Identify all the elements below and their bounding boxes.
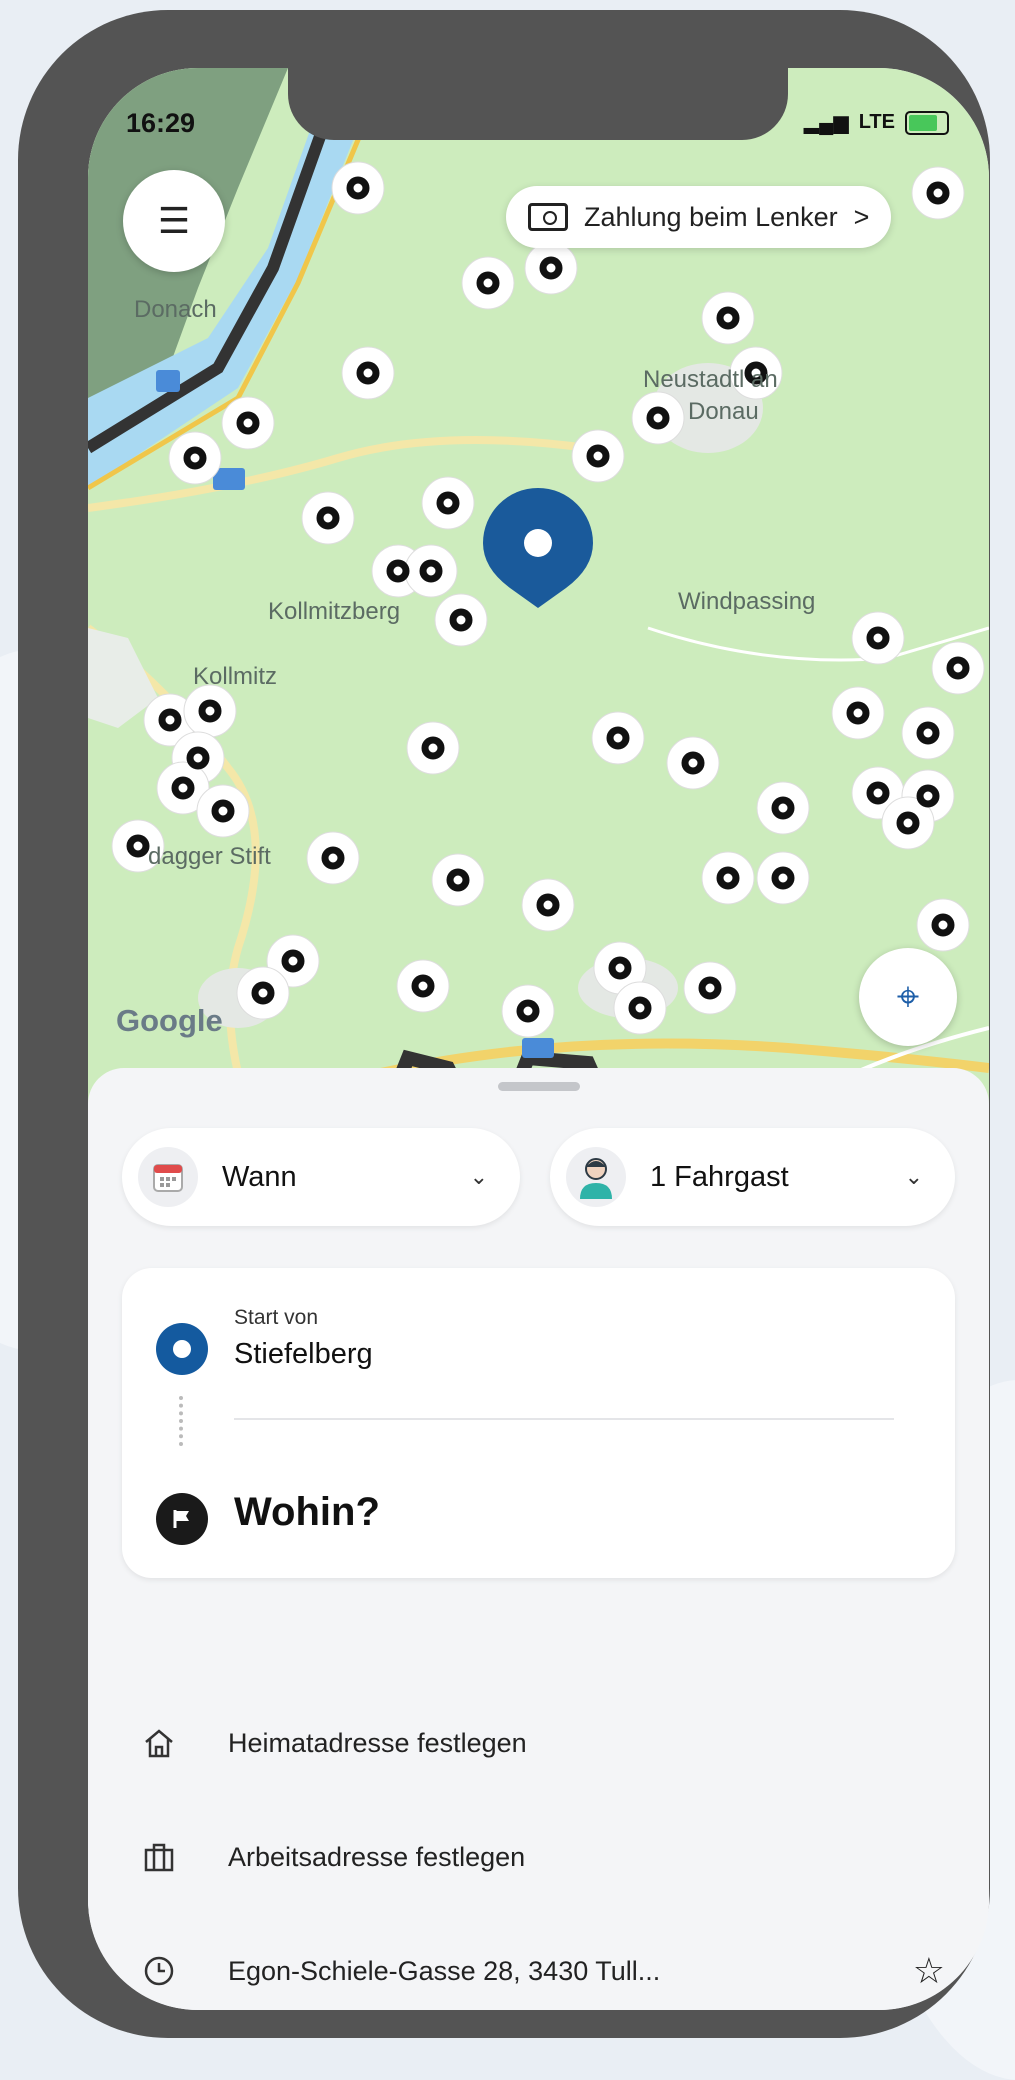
route-divider [234,1418,894,1420]
status-indicators: ▂▄▆ LTE [804,110,949,135]
sheet-drag-handle[interactable] [498,1082,580,1091]
passenger-selector[interactable]: 1 Fahrgast ⌄ [550,1128,955,1226]
map-label-kollmitzberg: Kollmitzberg [268,598,401,625]
map-label-neustadtl: Neustadtl an [643,366,778,393]
crosshair-icon: ⌖ [896,974,920,1019]
chevron-down-icon: ⌄ [469,1164,488,1189]
work-address-label: Arbeitsadresse festlegen [228,1841,526,1872]
home-icon [134,1718,184,1768]
network-type: LTE [858,111,895,133]
map-label-donau-2: Donau [688,398,759,425]
recent-address-label: Egon-Schiele-Gasse 28, 3430 Tull... [228,1955,661,1986]
google-logo: Google [116,1003,223,1038]
home-address-label: Heimatadresse festlegen [228,1727,527,1758]
map-label-donau: Donach [134,296,217,323]
route-card: Start von Stiefelberg Wohin? [122,1268,955,1578]
work-address-row[interactable]: Arbeitsadresse festlegen [122,1822,955,1892]
map-label-windpassing: Windpassing [678,588,816,615]
passenger-label: 1 Fahrgast [650,1160,789,1193]
when-selector[interactable]: Wann ⌄ [122,1128,520,1226]
cash-icon [528,203,568,231]
menu-button[interactable]: ☰ [123,170,225,272]
chevron-down-icon: ⌄ [904,1164,923,1189]
map-label-kollmitz: Kollmitz [193,663,278,690]
passenger-icon [566,1147,626,1207]
battery-icon [905,110,949,135]
destination-input[interactable]: Wohin? [234,1490,380,1535]
start-caption: Start von [234,1306,319,1329]
briefcase-icon [134,1832,184,1882]
map-label-ardagger: dagger Stift [148,843,271,870]
recent-address-row[interactable]: Egon-Schiele-Gasse 28, 3430 Tull... ☆ [122,1936,955,2006]
home-address-row[interactable]: Heimatadresse festlegen [122,1708,955,1778]
phone-notch [288,68,788,140]
app-screen: Donach Neustadtl an Donau Kollmitzberg W… [88,68,989,2010]
hamburger-icon: ☰ [157,200,191,241]
when-label: Wann [222,1160,297,1193]
my-location-button[interactable]: ⌖ [859,948,957,1046]
route-connector [179,1396,187,1446]
signal-icon: ▂▄▆ [803,112,849,134]
bottom-sheet: Wann ⌄ 1 Fahrgast ⌄ Start von Stiefelber… [88,1068,989,2010]
calendar-icon [138,1147,198,1207]
chevron-right-icon: > [853,201,870,232]
star-icon[interactable]: ☆ [913,1950,945,1992]
flag-icon [156,1493,208,1545]
clock-icon [134,1946,184,1996]
payment-label: Zahlung beim Lenker [584,201,838,232]
start-location[interactable]: Stiefelberg [234,1338,373,1371]
status-time: 16:29 [126,108,196,138]
payment-method-button[interactable]: Zahlung beim Lenker > [506,186,892,248]
map-view[interactable]: Donach Neustadtl an Donau Kollmitzberg W… [88,68,989,1108]
phone-frame: Donach Neustadtl an Donau Kollmitzberg W… [18,10,990,2038]
start-point-icon [156,1323,208,1375]
